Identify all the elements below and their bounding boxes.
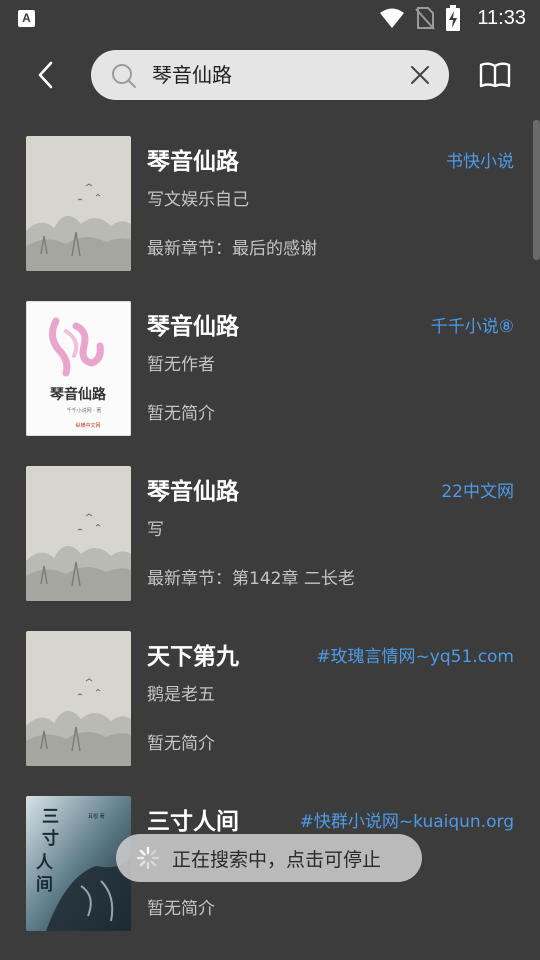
book-intro: 暂无简介 [147,404,215,424]
book-latest: 最新章节：第142章 二长老 [147,569,355,589]
book-source: 22中文网 [441,482,514,502]
battery-charging-icon [446,5,461,31]
back-button[interactable] [28,58,64,92]
svg-text:人: 人 [36,853,54,873]
cover-subtitle: 千千小说网 · 著 [67,407,102,414]
result-item[interactable]: 天下第九 #玫瑰言情网~yq51.com 鹅是老五 暂无简介 [0,615,540,780]
cover-title: 琴音仙路 [50,386,107,403]
result-item[interactable]: 琴音仙路 书快小说 写文娱乐自己 最新章节：最后的感谢 [0,120,540,285]
toast-text: 正在搜索中，点击可停止 [172,848,382,871]
book-author: 鹅是老五 [147,685,215,705]
no-sim-icon [415,7,436,30]
open-book-icon [479,62,511,88]
loading-spinner-icon [136,846,160,870]
wifi-icon [380,8,405,28]
book-cover: 琴音仙路 千千小说网 · 著 纵横中文网 [26,301,131,436]
book-cover [26,631,131,766]
notification-icon: A [18,9,35,27]
svg-text:间: 间 [36,874,53,895]
result-item[interactable]: 琴音仙路 22中文网 写 最新章节：第142章 二长老 [0,450,540,615]
search-toolbar: 琴音仙路 [0,48,540,102]
bookshelf-button[interactable] [478,58,512,92]
book-source: #玫瑰言情网~yq51.com [316,647,514,667]
book-cover: 三 寸 人 间 耳根 著 [26,796,131,931]
search-input[interactable]: 琴音仙路 [152,61,232,89]
svg-text:寸: 寸 [42,828,59,849]
cover-brand: 纵横中文网 [75,422,100,429]
search-box[interactable]: 琴音仙路 [91,50,449,100]
cover-author: 耳根 著 [88,813,105,820]
clock: 11:33 [477,6,526,29]
book-source: #快群小说网~kuaiqun.org [299,812,514,832]
book-author: 写 [147,520,164,540]
book-author: 暂无作者 [147,355,215,375]
search-icon [112,64,136,88]
book-intro: 暂无简介 [147,899,215,919]
book-latest: 最新章节：最后的感谢 [147,239,317,259]
book-title: 天下第九 [147,644,239,670]
book-title: 琴音仙路 [147,479,239,505]
close-icon[interactable] [409,64,431,86]
searching-toast[interactable]: 正在搜索中，点击可停止 [116,834,422,882]
chevron-left-icon [38,61,53,89]
book-intro: 暂无简介 [147,734,215,754]
book-source: 书快小说 [446,152,514,172]
book-title: 琴音仙路 [147,314,239,340]
status-bar: A 11:33 [0,0,540,36]
book-source: 千千小说⑧ [430,317,514,337]
book-cover [26,466,131,601]
book-title: 琴音仙路 [147,149,239,175]
book-cover [26,136,131,271]
result-item[interactable]: 琴音仙路 千千小说网 · 著 纵横中文网 琴音仙路 千千小说⑧ 暂无作者 暂无简… [0,285,540,450]
svg-text:三: 三 [42,807,59,827]
book-author: 写文娱乐自己 [147,190,249,210]
